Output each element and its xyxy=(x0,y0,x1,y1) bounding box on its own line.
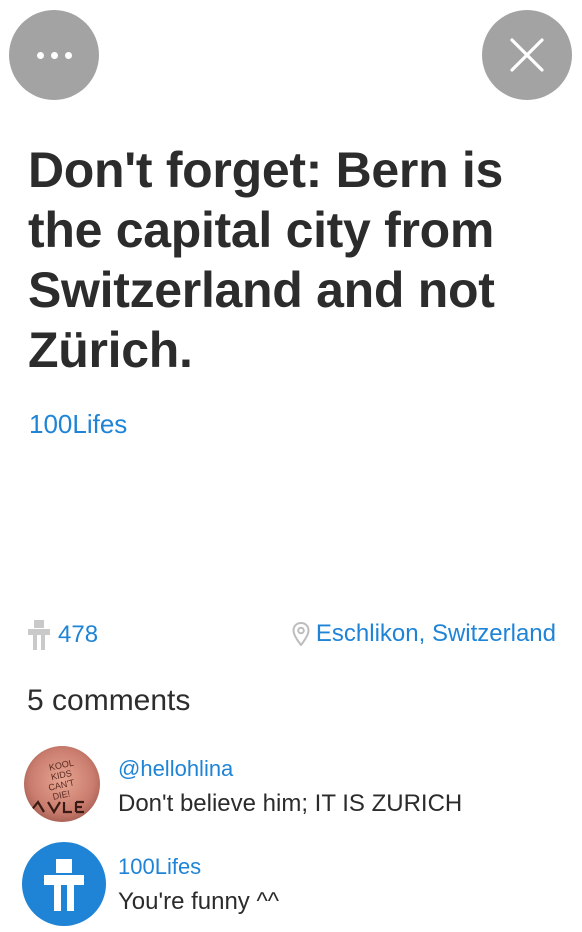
avatar[interactable]: KOOL KIDS CAN'T DIE! xyxy=(24,746,100,822)
comment-item: 100Lifes You're funny ^^ xyxy=(0,842,582,932)
location-link[interactable]: Eschlikon, Switzerland xyxy=(292,620,556,648)
person-icon xyxy=(44,859,84,911)
avatar-image: KOOL KIDS CAN'T DIE! xyxy=(24,746,100,822)
location-text: Eschlikon, Switzerland xyxy=(315,620,556,647)
more-options-button[interactable] xyxy=(9,10,99,100)
comment-username[interactable]: @hellohlina xyxy=(118,756,233,782)
comment-text: You're funny ^^ xyxy=(118,888,279,915)
author-link[interactable]: 100Lifes xyxy=(29,409,127,440)
close-button[interactable] xyxy=(482,10,572,100)
close-icon xyxy=(510,38,544,72)
location-pin-icon xyxy=(292,622,310,646)
comment-text: Don't believe him; IT IS ZURICH xyxy=(118,790,463,817)
comment-username[interactable]: 100Lifes xyxy=(118,854,201,880)
comments-heading: 5 comments xyxy=(27,684,191,717)
ellipsis-icon xyxy=(36,51,72,59)
likes-count: 478 xyxy=(58,621,99,648)
post-stats: 478 Eschlikon, Switzerland xyxy=(28,620,556,654)
comment-item: KOOL KIDS CAN'T DIE! @hellohlina Don't b… xyxy=(0,746,582,836)
avatar[interactable] xyxy=(22,842,106,926)
person-icon xyxy=(28,620,50,650)
post-title: Don't forget: Bern is the capital city f… xyxy=(28,142,504,378)
likes-button[interactable]: 478 xyxy=(28,620,98,650)
